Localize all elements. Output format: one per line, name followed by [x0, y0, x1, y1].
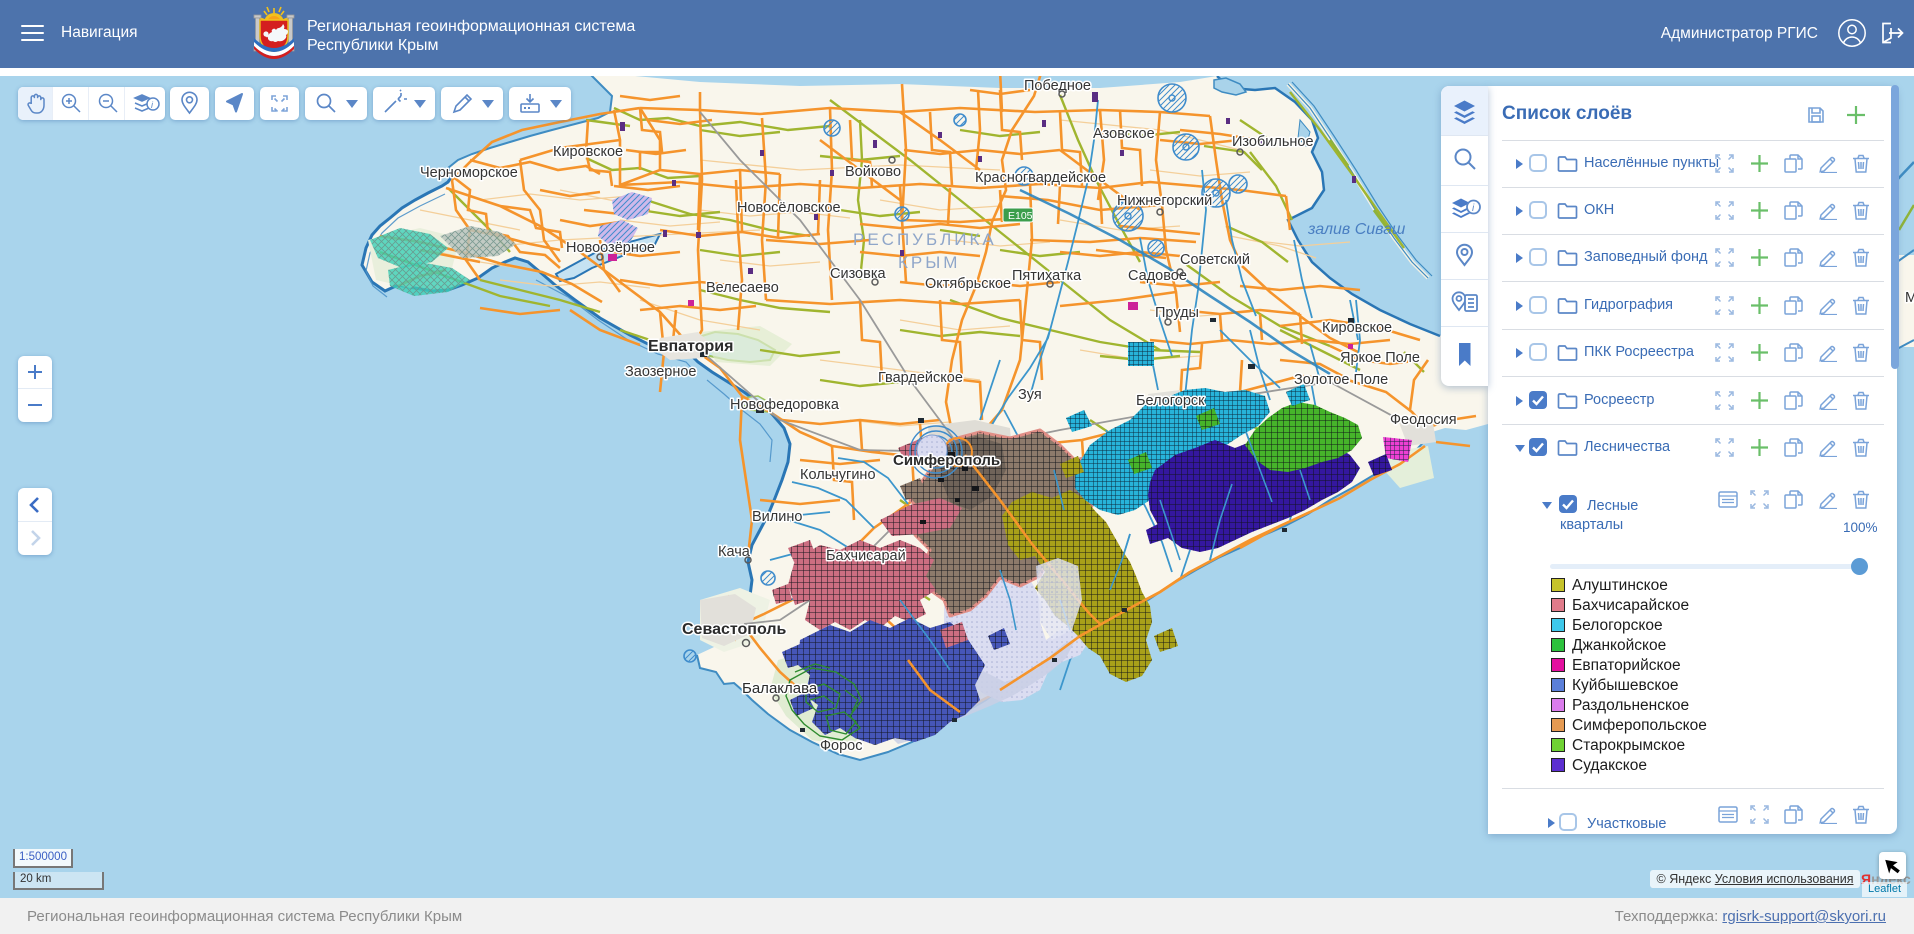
- svg-text:Войково: Войково: [845, 164, 901, 180]
- svg-text:КРЫМ: КРЫМ: [898, 253, 960, 272]
- svg-text:Новоозёрное: Новоозёрное: [566, 240, 655, 256]
- svg-text:Победное: Победное: [1024, 78, 1091, 94]
- svg-text:Форос: Форос: [820, 738, 862, 754]
- svg-text:залив Сиваш: залив Сиваш: [1307, 221, 1405, 238]
- svg-text:Кировское: Кировское: [553, 144, 623, 160]
- svg-text:Вилино: Вилино: [752, 509, 802, 525]
- svg-text:М: М: [1905, 290, 1914, 306]
- svg-text:РЕСПУБЛИКА: РЕСПУБЛИКА: [853, 230, 997, 249]
- svg-text:Яркое Поле: Яркое Поле: [1340, 350, 1420, 366]
- svg-text:Гвардейское: Гвардейское: [878, 370, 963, 386]
- svg-text:Пруды: Пруды: [1155, 305, 1199, 321]
- svg-text:Черноморское: Черноморское: [420, 165, 518, 181]
- svg-text:Новофедоровка: Новофедоровка: [730, 397, 840, 413]
- svg-text:Феодосия: Феодосия: [1390, 412, 1457, 428]
- svg-text:Симферополь: Симферополь: [893, 452, 1000, 469]
- svg-text:Пятихатка: Пятихатка: [1012, 268, 1082, 284]
- svg-text:Севастополь: Севастополь: [682, 621, 786, 638]
- svg-text:Красногвардейское: Красногвардейское: [975, 170, 1106, 186]
- svg-text:Нижнегорский: Нижнегорский: [1117, 193, 1212, 209]
- svg-text:Золотое Поле: Золотое Поле: [1294, 372, 1388, 388]
- svg-text:Велесаево: Велесаево: [706, 280, 779, 296]
- svg-text:Изобильное: Изобильное: [1232, 134, 1314, 150]
- svg-text:Сизовка: Сизовка: [830, 266, 886, 282]
- svg-text:Заозерное: Заозерное: [625, 364, 696, 380]
- svg-text:Азовское: Азовское: [1093, 126, 1155, 142]
- svg-text:Бахчисарай: Бахчисарай: [826, 548, 906, 564]
- svg-text:Белогорск: Белогорск: [1136, 393, 1205, 409]
- svg-text:Балаклава: Балаклава: [742, 680, 818, 697]
- svg-text:Кировское: Кировское: [1322, 320, 1392, 336]
- svg-text:Зуя: Зуя: [1018, 387, 1042, 403]
- svg-text:E105: E105: [1008, 210, 1033, 222]
- svg-text:Евпатория: Евпатория: [648, 338, 733, 355]
- svg-text:Кольчугино: Кольчугино: [800, 467, 876, 483]
- svg-text:Октябрьское: Октябрьское: [925, 276, 1011, 292]
- svg-text:Советский: Советский: [1180, 252, 1250, 268]
- svg-text:Новосёловское: Новосёловское: [737, 200, 841, 216]
